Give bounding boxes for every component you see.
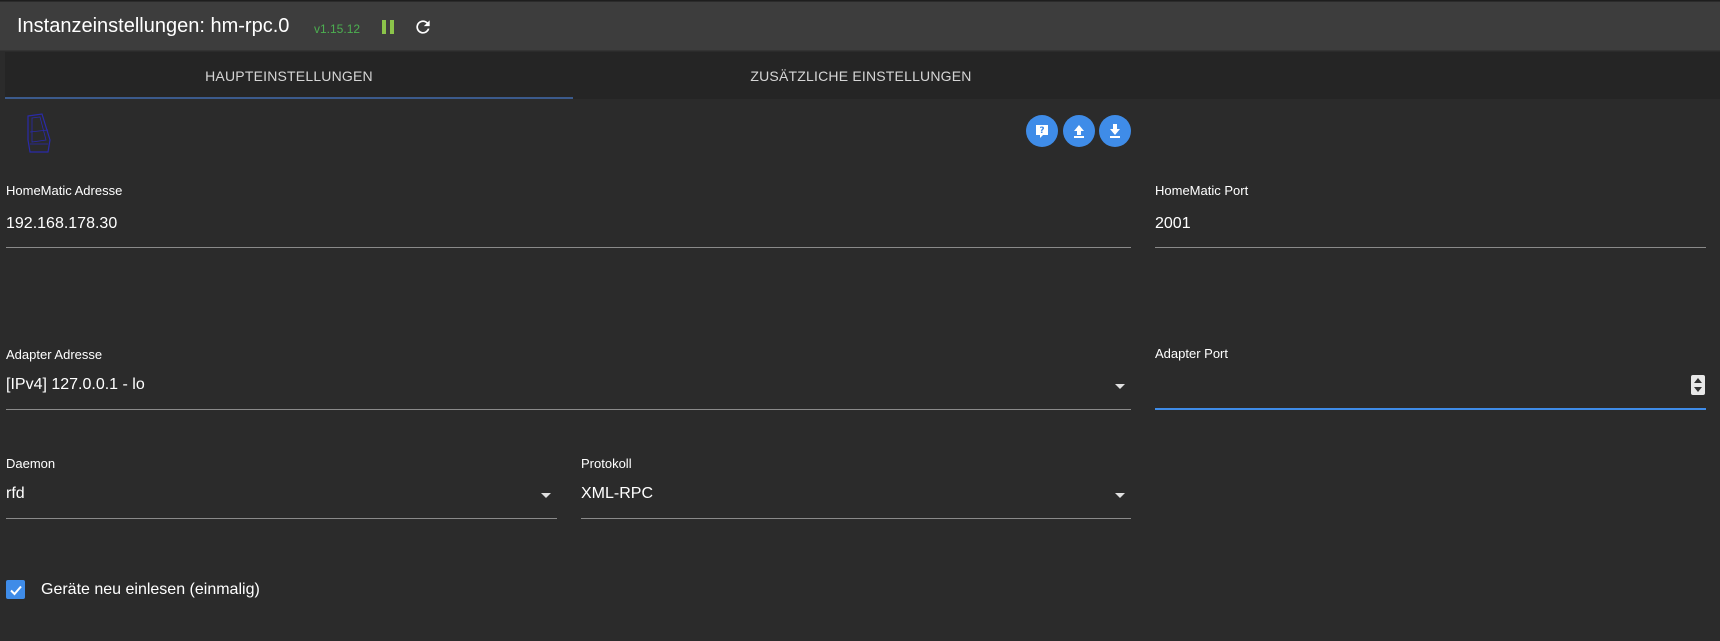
reload-icon[interactable]	[413, 17, 433, 37]
adapter-port-underline	[1155, 408, 1706, 410]
chevron-down-icon[interactable]	[1115, 493, 1125, 498]
protocol-underline	[581, 518, 1131, 519]
adapter-address-underline	[6, 409, 1131, 410]
title-bar: Instanzeinstellungen: hm-rpc.0 v1.15.12	[0, 2, 1720, 51]
homematic-address-input[interactable]: 192.168.178.30	[6, 215, 117, 233]
help-icon: ?	[1036, 125, 1048, 138]
svg-text:?: ?	[1039, 126, 1044, 136]
adapter-port-field[interactable]: Adapter Port	[1155, 346, 1706, 411]
instance-settings-window: Instanzeinstellungen: hm-rpc.0 v1.15.12 …	[0, 0, 1720, 641]
adapter-port-label: Adapter Port	[1155, 346, 1228, 361]
adapter-address-select[interactable]: Adapter Adresse [IPv4] 127.0.0.1 - lo	[6, 347, 1131, 410]
homematic-logo-icon	[27, 113, 51, 153]
checkmark-icon	[9, 585, 22, 595]
chevron-down-icon[interactable]	[541, 493, 551, 498]
help-button[interactable]: ?	[1026, 115, 1058, 147]
chevron-down-icon[interactable]	[1115, 384, 1125, 389]
homematic-port-input[interactable]: 2001	[1155, 215, 1191, 233]
homematic-address-label: HomeMatic Adresse	[6, 183, 123, 198]
active-tab-indicator	[5, 97, 573, 99]
adapter-address-value[interactable]: [IPv4] 127.0.0.1 - lo	[6, 376, 145, 394]
number-spinner-icon[interactable]	[1691, 375, 1705, 395]
homematic-address-underline	[6, 247, 1131, 248]
download-icon	[1110, 124, 1120, 138]
adapter-address-label: Adapter Adresse	[6, 347, 103, 362]
protocol-label: Protokoll	[581, 456, 632, 471]
protocol-select[interactable]: Protokoll XML-RPC	[581, 456, 1131, 519]
tab-main-settings[interactable]: HAUPTEINSTELLUNGEN	[5, 52, 573, 99]
daemon-select[interactable]: Daemon rfd	[6, 456, 557, 519]
daemon-underline	[6, 518, 557, 519]
homematic-port-underline	[1155, 247, 1706, 248]
pause-icon[interactable]	[380, 19, 396, 35]
reread-devices-label[interactable]: Geräte neu einlesen (einmalig)	[41, 581, 260, 599]
daemon-value[interactable]: rfd	[6, 485, 25, 503]
homematic-port-label: HomeMatic Port	[1155, 183, 1249, 198]
reread-devices-checkbox[interactable]	[6, 580, 25, 599]
tab-additional-settings[interactable]: ZUSÄTZLICHE EINSTELLUNGEN	[577, 52, 1145, 99]
homematic-port-field[interactable]: HomeMatic Port 2001	[1155, 183, 1706, 248]
download-button[interactable]	[1099, 115, 1131, 147]
protocol-value[interactable]: XML-RPC	[581, 485, 653, 503]
daemon-label: Daemon	[6, 456, 56, 471]
upload-icon	[1074, 125, 1084, 138]
tab-bar: HAUPTEINSTELLUNGEN ZUSÄTZLICHE EINSTELLU…	[5, 52, 1720, 99]
homematic-address-field[interactable]: HomeMatic Adresse 192.168.178.30	[6, 183, 1131, 248]
version-label: v1.15.12	[314, 22, 361, 36]
upload-button[interactable]	[1063, 115, 1095, 147]
page-title: Instanzeinstellungen: hm-rpc.0	[17, 15, 290, 37]
